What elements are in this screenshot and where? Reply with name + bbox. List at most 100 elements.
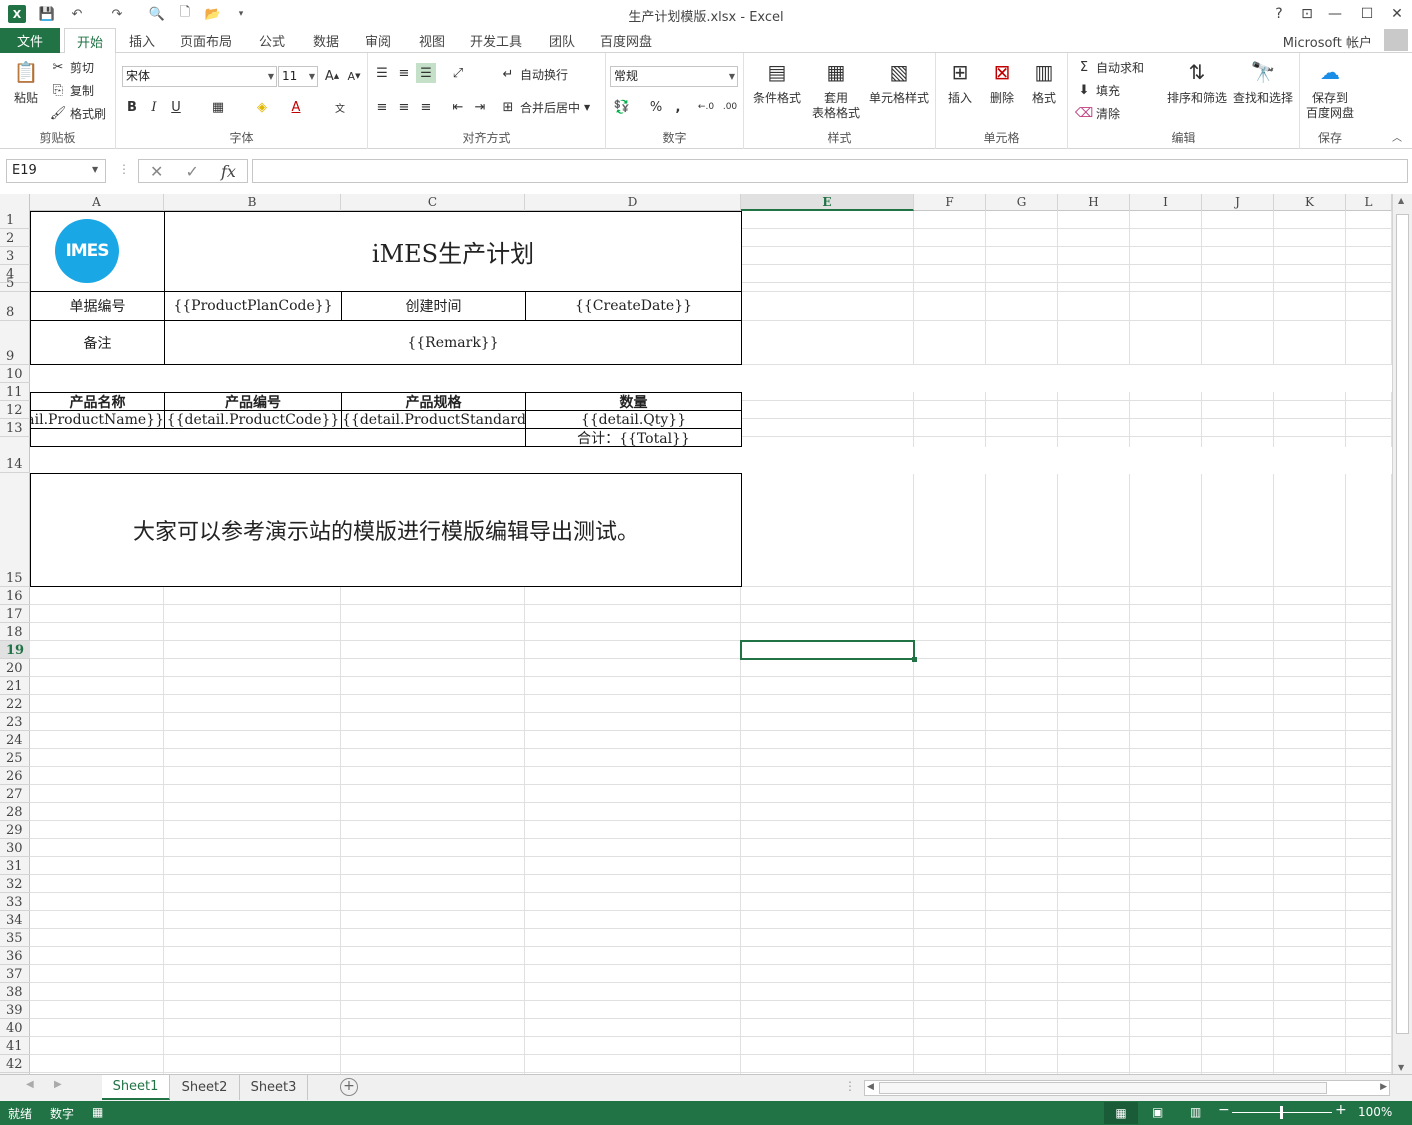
column-header-d[interactable]: D — [525, 194, 741, 211]
row-header-15[interactable]: 15 — [0, 473, 30, 587]
tab-file[interactable]: 文件 — [0, 28, 60, 53]
decrease-indent-icon[interactable]: ⇤ — [448, 97, 468, 117]
row-header-12[interactable]: 12 — [0, 401, 30, 419]
row-header-19[interactable]: 19 — [0, 641, 30, 659]
row-header-34[interactable]: 34 — [0, 911, 30, 929]
row-header-1[interactable]: 1 — [0, 211, 30, 229]
column-header-c[interactable]: C — [341, 194, 525, 211]
new-file-icon[interactable]: 🗋 — [176, 5, 194, 23]
font-size-combo[interactable]: 11 ▼ — [278, 66, 318, 87]
row-header-37[interactable]: 37 — [0, 965, 30, 983]
remark-label-cell[interactable]: 备注 — [30, 320, 165, 365]
page-layout-view-icon[interactable]: ▣ — [1152, 1105, 1163, 1119]
total-cell[interactable]: 合计：{{Total}} — [525, 428, 742, 447]
horizontal-scroll-thumb[interactable] — [879, 1082, 1327, 1094]
row-header-39[interactable]: 39 — [0, 1001, 30, 1019]
tab-page-layout[interactable]: 页面布局 — [174, 28, 238, 53]
collapse-ribbon-icon[interactable]: ︿ — [1392, 129, 1402, 144]
zoom-level[interactable]: 100% — [1358, 1105, 1392, 1119]
increase-font-icon[interactable]: A ▲ — [322, 66, 342, 86]
header-product-name[interactable]: 产品名称 — [30, 392, 165, 411]
row-header-23[interactable]: 23 — [0, 713, 30, 731]
clear-button[interactable]: ⌫ 清除 — [1075, 105, 1120, 122]
merge-center-button[interactable]: ⊞ 合并后居中 ▼ — [500, 99, 591, 116]
header-qty[interactable]: 数量 — [525, 392, 742, 411]
avatar[interactable] — [1384, 29, 1408, 51]
row-header-4[interactable]: 4 — [0, 265, 30, 283]
column-header-e[interactable]: E — [741, 194, 914, 211]
fill-button[interactable]: ⬇ 填充 — [1076, 82, 1120, 99]
delete-cells-button[interactable]: ⊠ 删除 — [984, 57, 1020, 106]
row-header-25[interactable]: 25 — [0, 749, 30, 767]
copy-button[interactable]: ⎘ 复制 — [50, 82, 94, 99]
row-header-21[interactable]: 21 — [0, 677, 30, 695]
detail-qty[interactable]: {{detail.Qty}} — [525, 410, 742, 429]
save-to-baidu-button[interactable]: ☁ 保存到 百度网盘 — [1302, 57, 1358, 121]
format-painter-button[interactable]: 🖌 格式刷 — [50, 105, 106, 122]
row-header-38[interactable]: 38 — [0, 983, 30, 1001]
row-header-20[interactable]: 20 — [0, 659, 30, 677]
open-folder-icon[interactable]: 📂 — [204, 5, 222, 23]
row-header-28[interactable]: 28 — [0, 803, 30, 821]
row-header-35[interactable]: 35 — [0, 929, 30, 947]
comma-button[interactable]: , — [668, 97, 688, 117]
tab-team[interactable]: 团队 — [540, 28, 584, 53]
align-middle-icon[interactable]: ≡ — [394, 63, 414, 83]
logo-cell[interactable]: IMES — [30, 211, 165, 292]
sheet-tab-3[interactable]: Sheet3 — [240, 1075, 308, 1100]
column-header-a[interactable]: A — [30, 194, 164, 211]
row-header-5[interactable]: 5 — [0, 277, 30, 292]
splitter-icon[interactable]: ⋮ — [844, 1079, 856, 1093]
tab-view[interactable]: 视图 — [410, 28, 454, 53]
decrease-decimal-icon[interactable]: .00 — [720, 97, 740, 117]
page-break-view-icon[interactable]: ▥ — [1190, 1105, 1201, 1119]
find-select-button[interactable]: 🔭 查找和选择 — [1230, 57, 1296, 106]
message-cell[interactable]: 大家可以参考演示站的模版进行模版编辑导出测试。 — [30, 473, 742, 587]
align-center-icon[interactable]: ≡ — [394, 97, 414, 117]
customize-toolbar-icon[interactable]: ▾ — [232, 5, 250, 23]
align-bottom-icon[interactable]: ☰ — [416, 63, 436, 83]
row-header-27[interactable]: 27 — [0, 785, 30, 803]
zoom-slider-handle[interactable] — [1280, 1106, 1283, 1119]
cut-button[interactable]: ✂ 剪切 — [50, 59, 94, 76]
column-header-h[interactable]: H — [1058, 194, 1130, 211]
currency-icon[interactable]: 💱 — [612, 97, 632, 117]
row-header-41[interactable]: 41 — [0, 1037, 30, 1055]
column-header-i[interactable]: I — [1130, 194, 1202, 211]
column-header-l[interactable]: L — [1346, 194, 1392, 211]
wrap-text-button[interactable]: ↵ 自动换行 — [500, 66, 568, 83]
total-blank-cell[interactable] — [30, 428, 526, 447]
scroll-right-icon[interactable]: ▶ — [1380, 1082, 1387, 1092]
tab-home[interactable]: 开始 — [64, 28, 116, 54]
column-header-g[interactable]: G — [986, 194, 1058, 211]
sheet-tab-1[interactable]: Sheet1 — [102, 1075, 170, 1100]
sheet-tab-2[interactable]: Sheet2 — [170, 1075, 240, 1100]
column-header-k[interactable]: K — [1274, 194, 1346, 211]
formula-input[interactable] — [252, 159, 1408, 183]
format-as-table-button[interactable]: ▦ 套用 表格格式 — [804, 57, 868, 121]
align-right-icon[interactable]: ≡ — [416, 97, 436, 117]
scroll-sheets-left-icon[interactable]: ◀ — [26, 1079, 34, 1090]
macro-record-icon[interactable]: ▦ — [92, 1105, 103, 1119]
undo-icon[interactable]: ↶ — [68, 5, 86, 23]
align-left-icon[interactable]: ≡ — [372, 97, 392, 117]
paste-button[interactable]: 📋 粘贴 — [8, 57, 44, 106]
row-header-11[interactable]: 11 — [0, 383, 30, 401]
row-header-33[interactable]: 33 — [0, 893, 30, 911]
row-header-16[interactable]: 16 — [0, 587, 30, 605]
increase-indent-icon[interactable]: ⇥ — [470, 97, 490, 117]
row-header-36[interactable]: 36 — [0, 947, 30, 965]
autosum-button[interactable]: Σ 自动求和 — [1076, 59, 1144, 76]
horizontal-scrollbar[interactable]: ◀ ▶ — [864, 1080, 1390, 1096]
row-header-8[interactable]: 8 — [0, 292, 30, 321]
detail-product-code[interactable]: {{detail.ProductCode}} — [164, 410, 342, 429]
title-cell[interactable]: iMES生产计划 — [164, 211, 742, 292]
vertical-scroll-thumb[interactable] — [1396, 214, 1409, 1034]
insert-function-button[interactable]: fx — [221, 162, 236, 181]
row-header-3[interactable]: 3 — [0, 247, 30, 265]
tab-baidu-netdisk[interactable]: 百度网盘 — [594, 28, 658, 53]
ribbon-display-button[interactable]: ⊡ — [1294, 4, 1320, 24]
row-header-22[interactable]: 22 — [0, 695, 30, 713]
detail-product-standard[interactable]: {{detail.ProductStandard}} — [341, 410, 526, 429]
tab-developer[interactable]: 开发工具 — [464, 28, 528, 53]
